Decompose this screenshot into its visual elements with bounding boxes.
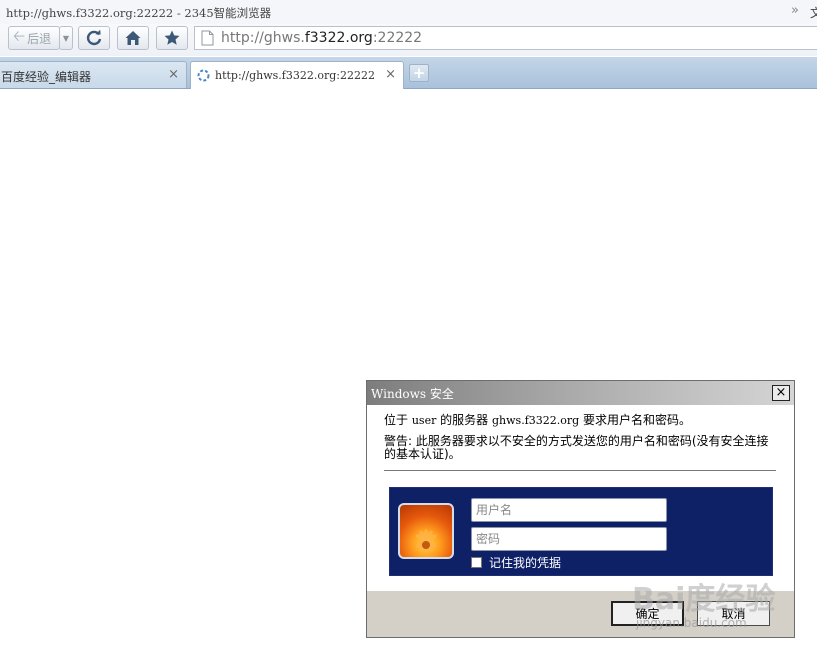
address-url: http://ghws.f3322.org:22222	[221, 30, 422, 46]
favorites-button[interactable]	[156, 26, 188, 50]
window-title-bar: http://ghws.f3322.org:22222 - 2345智能浏览器 …	[0, 0, 817, 24]
page-icon	[201, 30, 214, 46]
username-field[interactable]	[471, 498, 667, 522]
dialog-title-bar[interactable]: Windows 安全 ×	[367, 381, 794, 405]
realm-user: user	[411, 414, 437, 427]
tab-label: 百度经验_编辑器	[1, 70, 92, 84]
address-bar[interactable]: http://ghws.f3322.org:22222	[194, 26, 817, 50]
dialog-warning: 警告: 此服务器要求以不安全的方式发送您的用户名和密码(没有安全连接的基本认证)…	[384, 434, 769, 461]
refresh-button[interactable]	[78, 26, 110, 50]
message-part: 位于	[384, 413, 409, 427]
home-icon	[125, 31, 141, 45]
navigation-toolbar: 🡠 后退 ▼ http://ghws.f3322.org:22222	[0, 24, 817, 56]
tab-ghws-server[interactable]: http://ghws.f3322.org:22222 ×	[190, 61, 404, 89]
refresh-icon	[86, 29, 102, 46]
arrow-left-icon: 🡠	[13, 26, 26, 45]
remember-label: 记住我的凭据	[489, 556, 562, 570]
tab-label: http://ghws.f3322.org:22222	[215, 69, 375, 82]
back-button[interactable]: 🡠 后退	[8, 26, 60, 50]
close-tab-icon[interactable]: ×	[385, 67, 396, 82]
windows-security-dialog: Windows 安全 × 位于 user 的服务器 ghws.f3322.org…	[366, 380, 795, 638]
dialog-title: Windows 安全	[371, 387, 454, 401]
flower-icon	[415, 529, 437, 553]
loading-spinner-icon	[197, 69, 210, 82]
ok-button[interactable]: 确定	[611, 601, 684, 626]
credential-panel: 记住我的凭据	[389, 487, 773, 576]
user-avatar	[398, 503, 454, 559]
server-name: ghws.f3322.org	[492, 414, 580, 427]
password-field[interactable]	[471, 527, 667, 551]
password-input[interactable]	[472, 528, 666, 550]
remember-credentials[interactable]: 记住我的凭据	[471, 554, 561, 571]
back-history-dropdown[interactable]: ▼	[59, 26, 73, 50]
dialog-close-button[interactable]: ×	[772, 385, 790, 401]
home-button[interactable]	[117, 26, 149, 50]
star-icon	[164, 30, 180, 45]
title-edge-text: 文	[810, 6, 817, 20]
url-suffix: :22222	[372, 30, 423, 46]
plus-icon: +	[412, 64, 426, 82]
url-prefix: http://ghws.	[221, 30, 305, 46]
divider	[384, 470, 776, 471]
remember-checkbox[interactable]	[471, 557, 482, 568]
cancel-button[interactable]: 取消	[697, 601, 770, 626]
chevron-down-icon: ▼	[62, 33, 70, 43]
tab-baidu-editor[interactable]: 百度经验_编辑器 ×	[0, 61, 187, 88]
message-part: 要求用户名和密码。	[583, 413, 692, 427]
more-chevron-icon[interactable]: »	[791, 3, 799, 18]
window-title: http://ghws.f3322.org:22222 - 2345智能浏览器	[6, 6, 272, 20]
message-part: 的服务器	[440, 413, 489, 427]
username-input[interactable]	[472, 499, 666, 521]
url-domain: f3322.org	[304, 30, 373, 46]
back-label: 后退	[27, 31, 52, 46]
new-tab-button[interactable]: +	[409, 64, 429, 82]
dialog-footer: 确定 取消	[367, 591, 794, 637]
dialog-message: 位于 user 的服务器 ghws.f3322.org 要求用户名和密码。	[384, 411, 691, 428]
close-tab-icon[interactable]: ×	[168, 67, 179, 82]
